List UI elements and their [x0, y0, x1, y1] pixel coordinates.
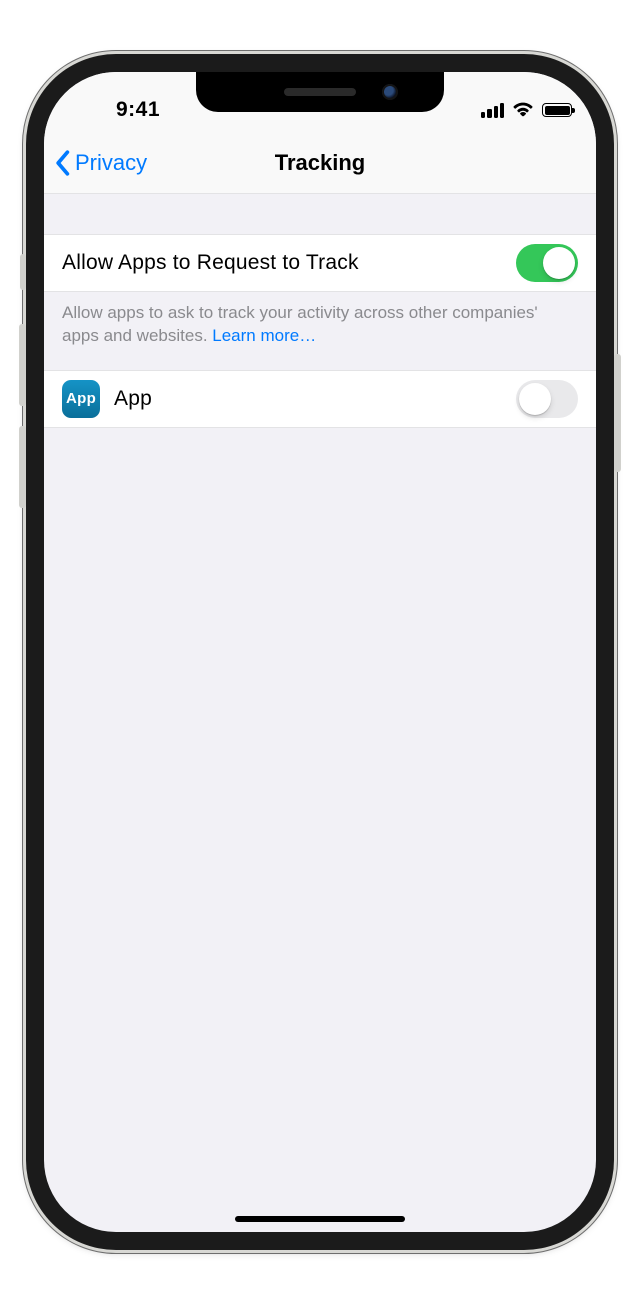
settings-content: Allow Apps to Request to Track Allow app…: [44, 194, 596, 428]
app-tracking-toggle[interactable]: [516, 380, 578, 418]
back-label: Privacy: [75, 150, 147, 176]
cellular-icon: [481, 103, 504, 118]
side-button: [614, 354, 621, 472]
learn-more-link[interactable]: Learn more…: [212, 326, 316, 345]
wifi-icon: [512, 97, 534, 123]
app-icon: App: [62, 380, 100, 418]
app-name-label: App: [114, 387, 516, 411]
screen: 9:41 Privac: [44, 72, 596, 1232]
chevron-left-icon: [54, 150, 71, 176]
notch: [196, 72, 444, 112]
status-time: 9:41: [68, 98, 208, 122]
navigation-bar: Privacy Tracking: [44, 132, 596, 194]
ring-switch: [20, 254, 26, 290]
earpiece-speaker: [284, 88, 356, 96]
section-footer: Allow apps to ask to track your activity…: [44, 292, 596, 370]
battery-icon: [542, 103, 572, 117]
page-title: Tracking: [275, 150, 365, 176]
apps-group: App App: [44, 370, 596, 428]
iphone-device-frame: 9:41 Privac: [26, 54, 614, 1250]
back-button[interactable]: Privacy: [54, 132, 147, 193]
app-row: App App: [44, 370, 596, 428]
allow-apps-toggle[interactable]: [516, 244, 578, 282]
allow-apps-label: Allow Apps to Request to Track: [62, 251, 516, 275]
home-indicator[interactable]: [235, 1216, 405, 1222]
allow-apps-to-request-row: Allow Apps to Request to Track: [44, 234, 596, 292]
volume-up-button: [19, 324, 26, 406]
volume-down-button: [19, 426, 26, 508]
front-camera: [382, 84, 398, 100]
